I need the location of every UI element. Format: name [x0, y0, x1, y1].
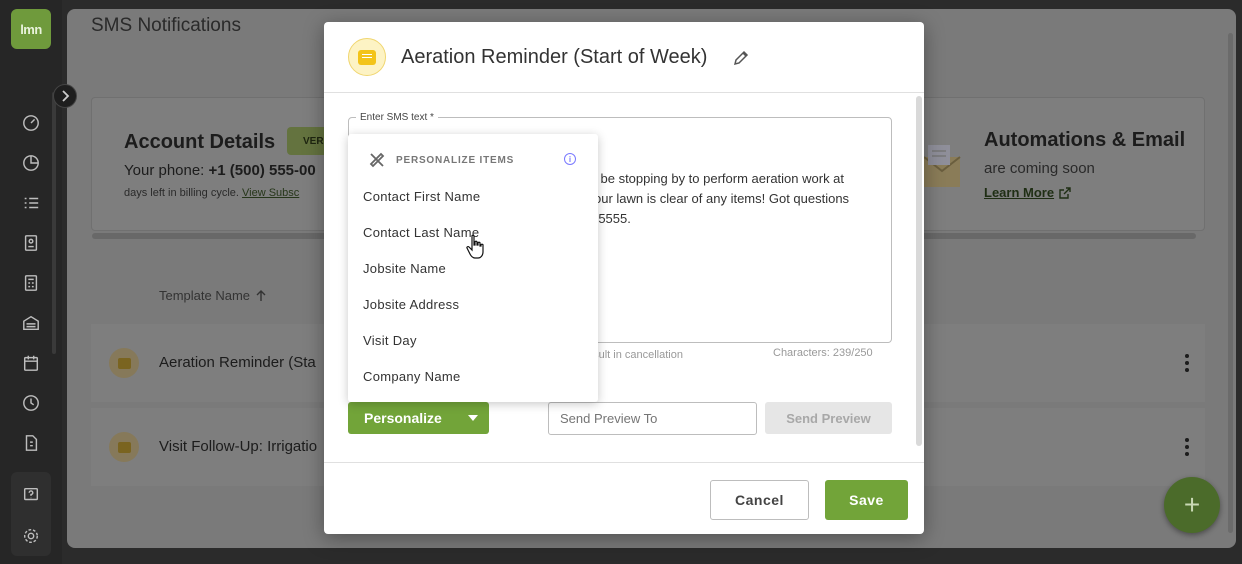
- row-menu-icon[interactable]: [1185, 354, 1189, 372]
- sms-text-label: Enter SMS text *: [356, 112, 438, 123]
- expand-nav-button[interactable]: [53, 84, 77, 108]
- phone-label: Your phone:: [124, 162, 209, 179]
- nav-rail: lmn: [0, 0, 62, 564]
- menu-item-contact-last-name[interactable]: Contact Last Name: [363, 225, 479, 240]
- character-count: Characters: 239/250: [773, 347, 873, 359]
- sms-message-icon: [348, 38, 386, 76]
- account-phone: Your phone: +1 (500) 555-00: [124, 162, 316, 179]
- jobs-icon[interactable]: [21, 313, 41, 333]
- info-icon[interactable]: i: [564, 153, 576, 165]
- menu-item-company-name[interactable]: Company Name: [363, 369, 461, 384]
- column-header-label: Template Name: [159, 288, 251, 303]
- template-name: Aeration Reminder (Sta: [159, 354, 316, 371]
- sms-line: our lawn is clear of any items! Got ques…: [594, 191, 850, 206]
- menu-item-jobsite-address[interactable]: Jobsite Address: [363, 297, 459, 312]
- personalize-label: Personalize: [364, 410, 442, 426]
- time-icon[interactable]: [21, 393, 41, 413]
- settings-icon[interactable]: [21, 526, 41, 546]
- plus-icon: +: [1183, 489, 1201, 520]
- sms-template-icon: [109, 348, 139, 378]
- tools-icon: [369, 152, 385, 168]
- row-menu-icon[interactable]: [1185, 438, 1189, 456]
- send-preview-button[interactable]: Send Preview: [765, 402, 892, 434]
- view-subscription-link[interactable]: View Subsc: [242, 187, 299, 199]
- menu-item-contact-first-name[interactable]: Contact First Name: [363, 189, 480, 204]
- cancel-button[interactable]: Cancel: [710, 480, 809, 520]
- estimates-icon[interactable]: [21, 273, 41, 293]
- nav-scrollbar[interactable]: [52, 92, 56, 354]
- app-logo[interactable]: lmn: [11, 9, 51, 49]
- account-title: Account Details: [124, 131, 276, 153]
- automations-title: Automations & Email: [984, 129, 1186, 151]
- billing-cycle-text: days left in billing cycle. View Subsc: [124, 187, 299, 199]
- modal-title: Aeration Reminder (Start of Week): [401, 46, 708, 68]
- sms-template-icon: [109, 432, 139, 462]
- add-template-button[interactable]: +: [1164, 477, 1220, 533]
- menu-item-jobsite-name[interactable]: Jobsite Name: [363, 261, 446, 276]
- sms-line: -5555.: [594, 211, 631, 226]
- phone-value: +1 (500) 555-00: [208, 162, 316, 179]
- page-title: SMS Notifications: [91, 15, 241, 36]
- sms-text-content: l be stopping by to perform aeration wor…: [594, 169, 1094, 229]
- template-name-column-header[interactable]: Template Name: [159, 288, 266, 303]
- days-text: days left in billing cycle.: [124, 187, 242, 199]
- calendar-icon[interactable]: [21, 353, 41, 373]
- logo-text: lmn: [20, 21, 42, 37]
- dashboard-icon[interactable]: [21, 113, 41, 133]
- personalize-button[interactable]: Personalize: [348, 402, 489, 434]
- edit-pencil-icon[interactable]: [732, 49, 750, 67]
- dropdown-header: PERSONALIZE ITEMS: [368, 151, 514, 169]
- hand-pointer-cursor-icon: [466, 234, 484, 259]
- modal-footer: Cancel Save: [324, 462, 924, 534]
- menu-item-visit-day[interactable]: Visit Day: [363, 333, 417, 348]
- modal-header: Aeration Reminder (Start of Week): [324, 22, 924, 93]
- sms-line: l be stopping by to perform aeration wor…: [594, 171, 845, 186]
- dropdown-header-label: PERSONALIZE ITEMS: [396, 154, 515, 166]
- list-icon[interactable]: [21, 193, 41, 213]
- send-preview-input[interactable]: [548, 402, 757, 435]
- reports-icon[interactable]: [21, 153, 41, 173]
- chevron-right-icon: [62, 90, 70, 102]
- template-name: Visit Follow-Up: Irrigatio: [159, 438, 318, 455]
- personalize-dropdown: PERSONALIZE ITEMS i Contact First Name C…: [348, 134, 598, 402]
- caret-down-icon: [467, 415, 478, 421]
- help-icon[interactable]: [21, 485, 41, 505]
- page-scrollbar[interactable]: [1228, 33, 1233, 533]
- invoice-icon[interactable]: [21, 433, 41, 453]
- sort-ascending-icon: [256, 289, 266, 301]
- save-button[interactable]: Save: [825, 480, 908, 520]
- contacts-icon[interactable]: [21, 233, 41, 253]
- modal-scrollbar[interactable]: [916, 96, 922, 446]
